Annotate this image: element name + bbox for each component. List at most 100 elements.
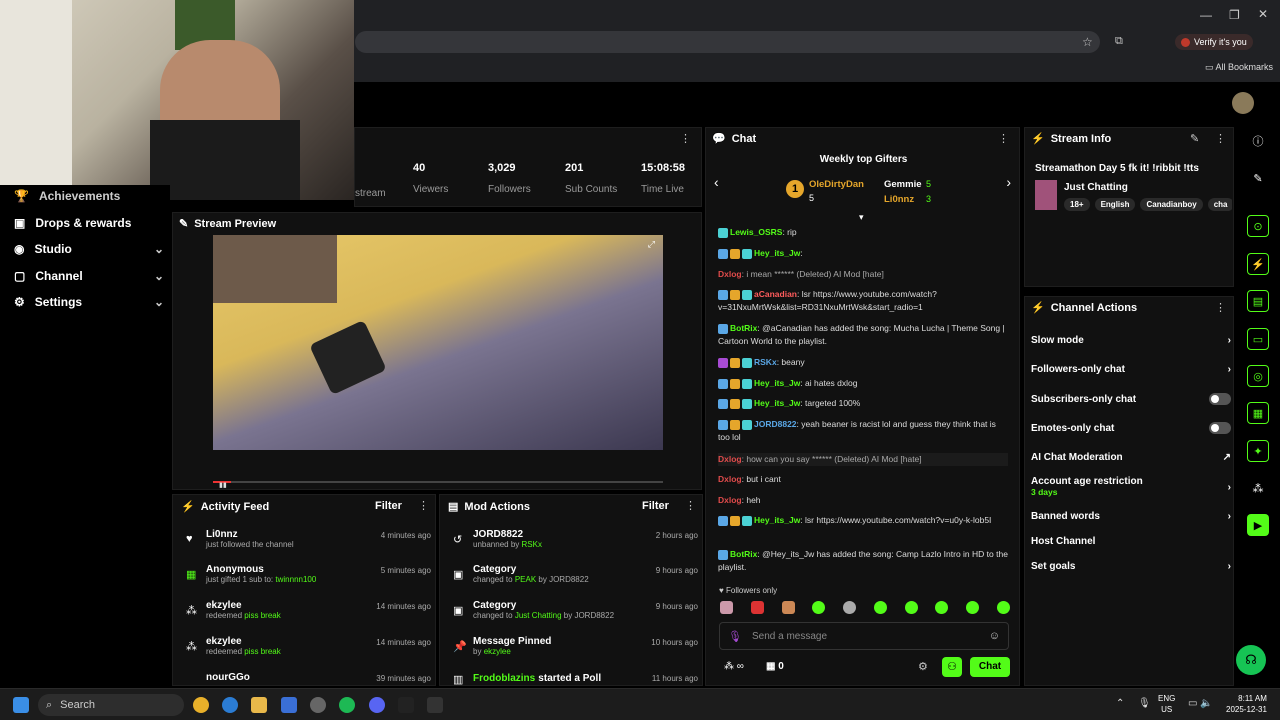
banned-words-row[interactable]: Banned words › [1031,511,1231,522]
support-icon[interactable]: ☊ [1236,645,1266,675]
target-icon[interactable]: ⊙ [1247,215,1269,237]
x-icon[interactable] [398,697,414,713]
chat-user[interactable]: BotRix [730,323,757,333]
emote-icon[interactable] [843,601,857,614]
obs-icon[interactable] [310,697,326,713]
address-bar[interactable] [355,31,1100,53]
category-name[interactable]: Just Chatting [1064,182,1128,193]
edge-icon[interactable] [222,697,238,713]
nodes-icon[interactable]: ⁂ [1247,477,1269,499]
activity-filter-button[interactable]: Filter [375,500,402,512]
broadcast-icon[interactable]: ◎ [1247,365,1269,387]
info-icon[interactable]: ⓘ [1247,130,1269,152]
taskbar-search[interactable]: ⌕ Search [38,694,184,716]
chat-user[interactable]: Dxlog [718,474,742,484]
chat-user[interactable]: Lewis_OSRS [730,227,782,237]
host-channel-row[interactable]: Host Channel [1031,536,1231,547]
emotes-only-row[interactable]: Emotes-only chat [1031,422,1231,434]
edit-icon[interactable]: ✎ [1190,132,1199,145]
subscribers-only-row[interactable]: Subscribers-only chat [1031,393,1231,405]
windows-start-icon[interactable] [13,697,29,713]
bot-icon[interactable]: ⚇ [942,657,962,677]
list-icon[interactable]: ▤ [1247,290,1269,312]
chat-user[interactable]: Hey_its_Jw [754,398,800,408]
video-progress[interactable] [213,481,663,483]
chat-user[interactable]: Hey_its_Jw [754,515,800,525]
extensions-icon[interactable]: ⧉ [1115,35,1123,48]
chat-settings-icon[interactable]: ⚙ [918,660,928,673]
collapse-icon[interactable]: ▾ [859,212,864,223]
chat-user[interactable]: Dxlog [718,269,742,279]
pencil-icon[interactable]: ✎ [1247,167,1269,189]
maximize-icon[interactable]: ❐ [1229,8,1240,22]
slow-mode-row[interactable]: Slow mode › [1031,335,1231,346]
close-icon[interactable]: ✕ [1258,7,1268,21]
chat-input[interactable]: 🎙 Send a message ☺ [719,622,1009,650]
emote-icon[interactable] [935,601,949,614]
subscribers-only-toggle[interactable] [1209,393,1231,405]
layers-icon[interactable]: ▦ [1247,402,1269,424]
calculator-icon[interactable] [281,697,297,713]
tray-chevron-icon[interactable]: ⌃ [1116,698,1124,709]
emote-icon[interactable] [750,601,764,614]
emote-icon[interactable] [812,601,826,614]
more-icon[interactable]: ⋮ [680,132,691,145]
bolt-icon[interactable]: ⚡ [1247,253,1269,275]
mic-icon[interactable]: 🎙 [1138,698,1151,709]
chevron-right-icon[interactable]: › [1006,174,1011,190]
send-chat-button[interactable]: Chat [970,657,1010,677]
chat-user[interactable]: BotRix [730,549,757,559]
emotes-only-toggle[interactable] [1209,422,1231,434]
tag[interactable]: cha [1207,198,1232,211]
network-icon[interactable]: ▭ 🔈 [1188,698,1213,709]
chevron-left-icon[interactable]: ‹ [714,174,719,190]
nav-achievements[interactable]: 🏆 Achievements [14,189,164,203]
verify-button[interactable]: Verify it's you [1175,34,1253,50]
discord-icon[interactable] [369,697,385,713]
infinity-points[interactable]: ⁂ ∞ [724,661,744,672]
emote-icon[interactable] [781,601,795,614]
tag[interactable]: English [1094,198,1136,211]
more-icon[interactable]: ⋮ [1215,301,1226,314]
nav-drops[interactable]: ▣ Drops & rewards [14,216,164,230]
emote-icon[interactable] [996,601,1010,614]
tag[interactable]: 18+ [1064,198,1090,211]
file-explorer-icon[interactable] [251,697,267,713]
set-goals-row[interactable]: Set goals › [1031,561,1231,572]
chat-user[interactable]: Dxlog [718,454,742,464]
chat-user[interactable]: JORD8822 [754,419,797,429]
emote-icon[interactable] [904,601,918,614]
bookmark-star-icon[interactable]: ☆ [1082,35,1093,49]
app-icon[interactable] [427,697,443,713]
more-icon[interactable]: ⋮ [685,499,696,512]
nav-channel[interactable]: ▢ Channel ⌄ [14,269,164,283]
chat-user[interactable]: Hey_its_Jw [754,248,800,258]
play-icon[interactable]: ▮▮ [219,481,227,489]
nav-settings[interactable]: ⚙ Settings ⌄ [14,295,164,309]
spotify-icon[interactable] [339,697,355,713]
more-icon[interactable]: ⋮ [1215,132,1226,145]
emote-icon[interactable] [873,601,887,614]
video-icon[interactable]: ▶ [1247,514,1269,536]
chat-user[interactable]: Dxlog [718,495,742,505]
clock[interactable]: 8:11 AM 2025-12-31 [1226,693,1267,715]
wrench-icon[interactable]: ✦ [1247,440,1269,462]
chat-user[interactable]: Hey_its_Jw [754,378,800,388]
minimize-icon[interactable]: — [1200,8,1212,22]
emoji-icon[interactable]: ☺ [989,630,1000,642]
mod-filter-button[interactable]: Filter [642,500,669,512]
fullscreen-icon[interactable]: ⤢ [648,239,655,250]
more-icon[interactable]: ⋮ [418,499,429,512]
avatar[interactable] [1232,92,1254,114]
language-indicator[interactable]: ENG US [1158,693,1175,715]
tag[interactable]: Canadianboy [1140,198,1203,211]
more-icon[interactable]: ⋮ [998,132,1009,145]
video-player[interactable]: ⤢ [213,235,663,450]
nav-studio[interactable]: ◉ Studio ⌄ [14,242,164,256]
ai-moderation-row[interactable]: AI Chat Moderation ↗ [1031,452,1231,463]
chrome-icon[interactable] [193,697,209,713]
followers-only-row[interactable]: Followers-only chat › [1031,364,1231,375]
all-bookmarks[interactable]: ▭ All Bookmarks [1205,62,1273,73]
chat-user[interactable]: RSKx [754,357,777,367]
account-age-row[interactable]: Account age restriction 3 days › [1031,476,1231,498]
